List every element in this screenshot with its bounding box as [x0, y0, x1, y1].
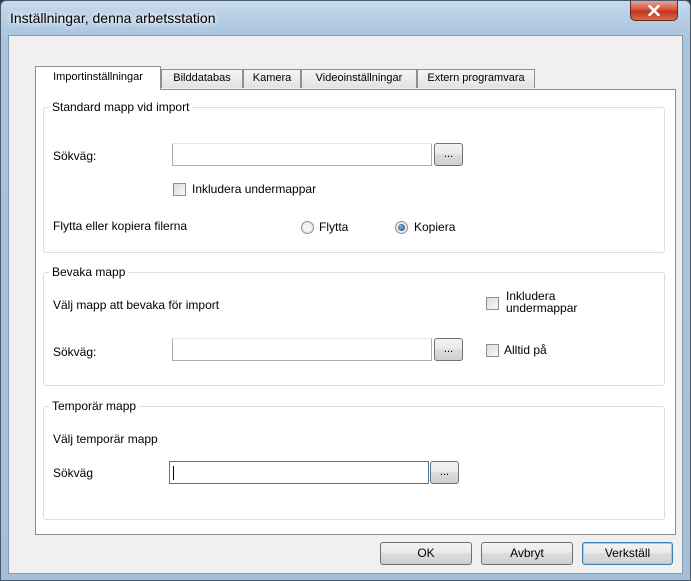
tab-import-settings[interactable]: Importinställningar — [35, 66, 161, 90]
title-bar[interactable]: Inställningar, denna arbetsstation — [1, 1, 690, 35]
window-title: Inställningar, denna arbetsstation — [10, 10, 216, 26]
text-caret — [173, 466, 174, 480]
watch-include-subfolders-checkbox[interactable] — [486, 297, 499, 310]
tab-camera[interactable]: Kamera — [243, 69, 301, 88]
temp-browse-button[interactable]: ... — [430, 461, 459, 484]
tab-image-database[interactable]: Bilddatabas — [161, 69, 243, 88]
watch-path-field[interactable] — [173, 339, 431, 360]
include-subfolders-checkbox[interactable] — [173, 183, 186, 196]
standard-path-input[interactable] — [172, 143, 432, 166]
watch-folder-description: Välj mapp att bevaka för import — [53, 298, 220, 312]
tab-panel-import-settings: Standard mapp vid import Sökväg: ... Ink… — [35, 89, 676, 535]
copy-radio-label: Kopiera — [414, 220, 456, 234]
move-radio-label: Flytta — [319, 220, 349, 234]
dialog-window: Inställningar, denna arbetsstation Impor… — [0, 0, 691, 581]
cancel-button[interactable]: Avbryt — [481, 542, 573, 565]
watch-include-subfolders-label: Inkludera undermappar — [506, 289, 578, 315]
group-title: Temporär mapp — [49, 399, 140, 413]
path-label: Sökväg — [53, 466, 94, 480]
move-or-copy-label: Flytta eller kopiera filerna — [53, 219, 188, 233]
temp-path-input[interactable] — [169, 461, 429, 484]
path-label: Sökväg: — [53, 149, 97, 163]
temp-folder-description: Välj temporär mapp — [53, 432, 158, 446]
tab-label: Videoinställningar — [315, 72, 403, 84]
tab-video-settings[interactable]: Videoinställningar — [301, 69, 417, 88]
move-radio[interactable] — [301, 221, 314, 234]
include-subfolders-label: Inkludera undermappar — [192, 182, 317, 196]
group-title: Standard mapp vid import — [49, 100, 193, 114]
group-title: Bevaka mapp — [49, 265, 129, 279]
watch-path-input[interactable] — [172, 338, 432, 361]
tab-label: Importinställningar — [53, 71, 143, 83]
path-label: Sökväg: — [53, 345, 97, 359]
close-button[interactable] — [630, 1, 678, 21]
watch-browse-button[interactable]: ... — [434, 338, 463, 361]
always-on-label: Alltid på — [504, 343, 547, 357]
always-on-checkbox[interactable] — [486, 344, 499, 357]
apply-button[interactable]: Verkställ — [582, 542, 673, 565]
standard-browse-button[interactable]: ... — [434, 143, 463, 166]
copy-radio[interactable] — [395, 221, 408, 234]
tab-label: Extern programvara — [427, 72, 525, 84]
tab-label: Bilddatabas — [173, 72, 231, 84]
ok-button[interactable]: OK — [380, 542, 472, 565]
dialog-client-area: Importinställningar Bilddatabas Kamera V… — [8, 35, 683, 574]
group-watch-folder: Bevaka mapp Välj mapp att bevaka för imp… — [43, 265, 665, 386]
group-temporary-folder: Temporär mapp Välj temporär mapp Sökväg … — [43, 399, 665, 520]
group-standard-import-folder: Standard mapp vid import Sökväg: ... Ink… — [43, 100, 665, 253]
standard-path-field[interactable] — [173, 144, 431, 165]
temp-path-field[interactable] — [170, 462, 428, 483]
tab-external-software[interactable]: Extern programvara — [417, 69, 535, 88]
tab-label: Kamera — [252, 72, 292, 84]
close-icon — [648, 5, 660, 16]
